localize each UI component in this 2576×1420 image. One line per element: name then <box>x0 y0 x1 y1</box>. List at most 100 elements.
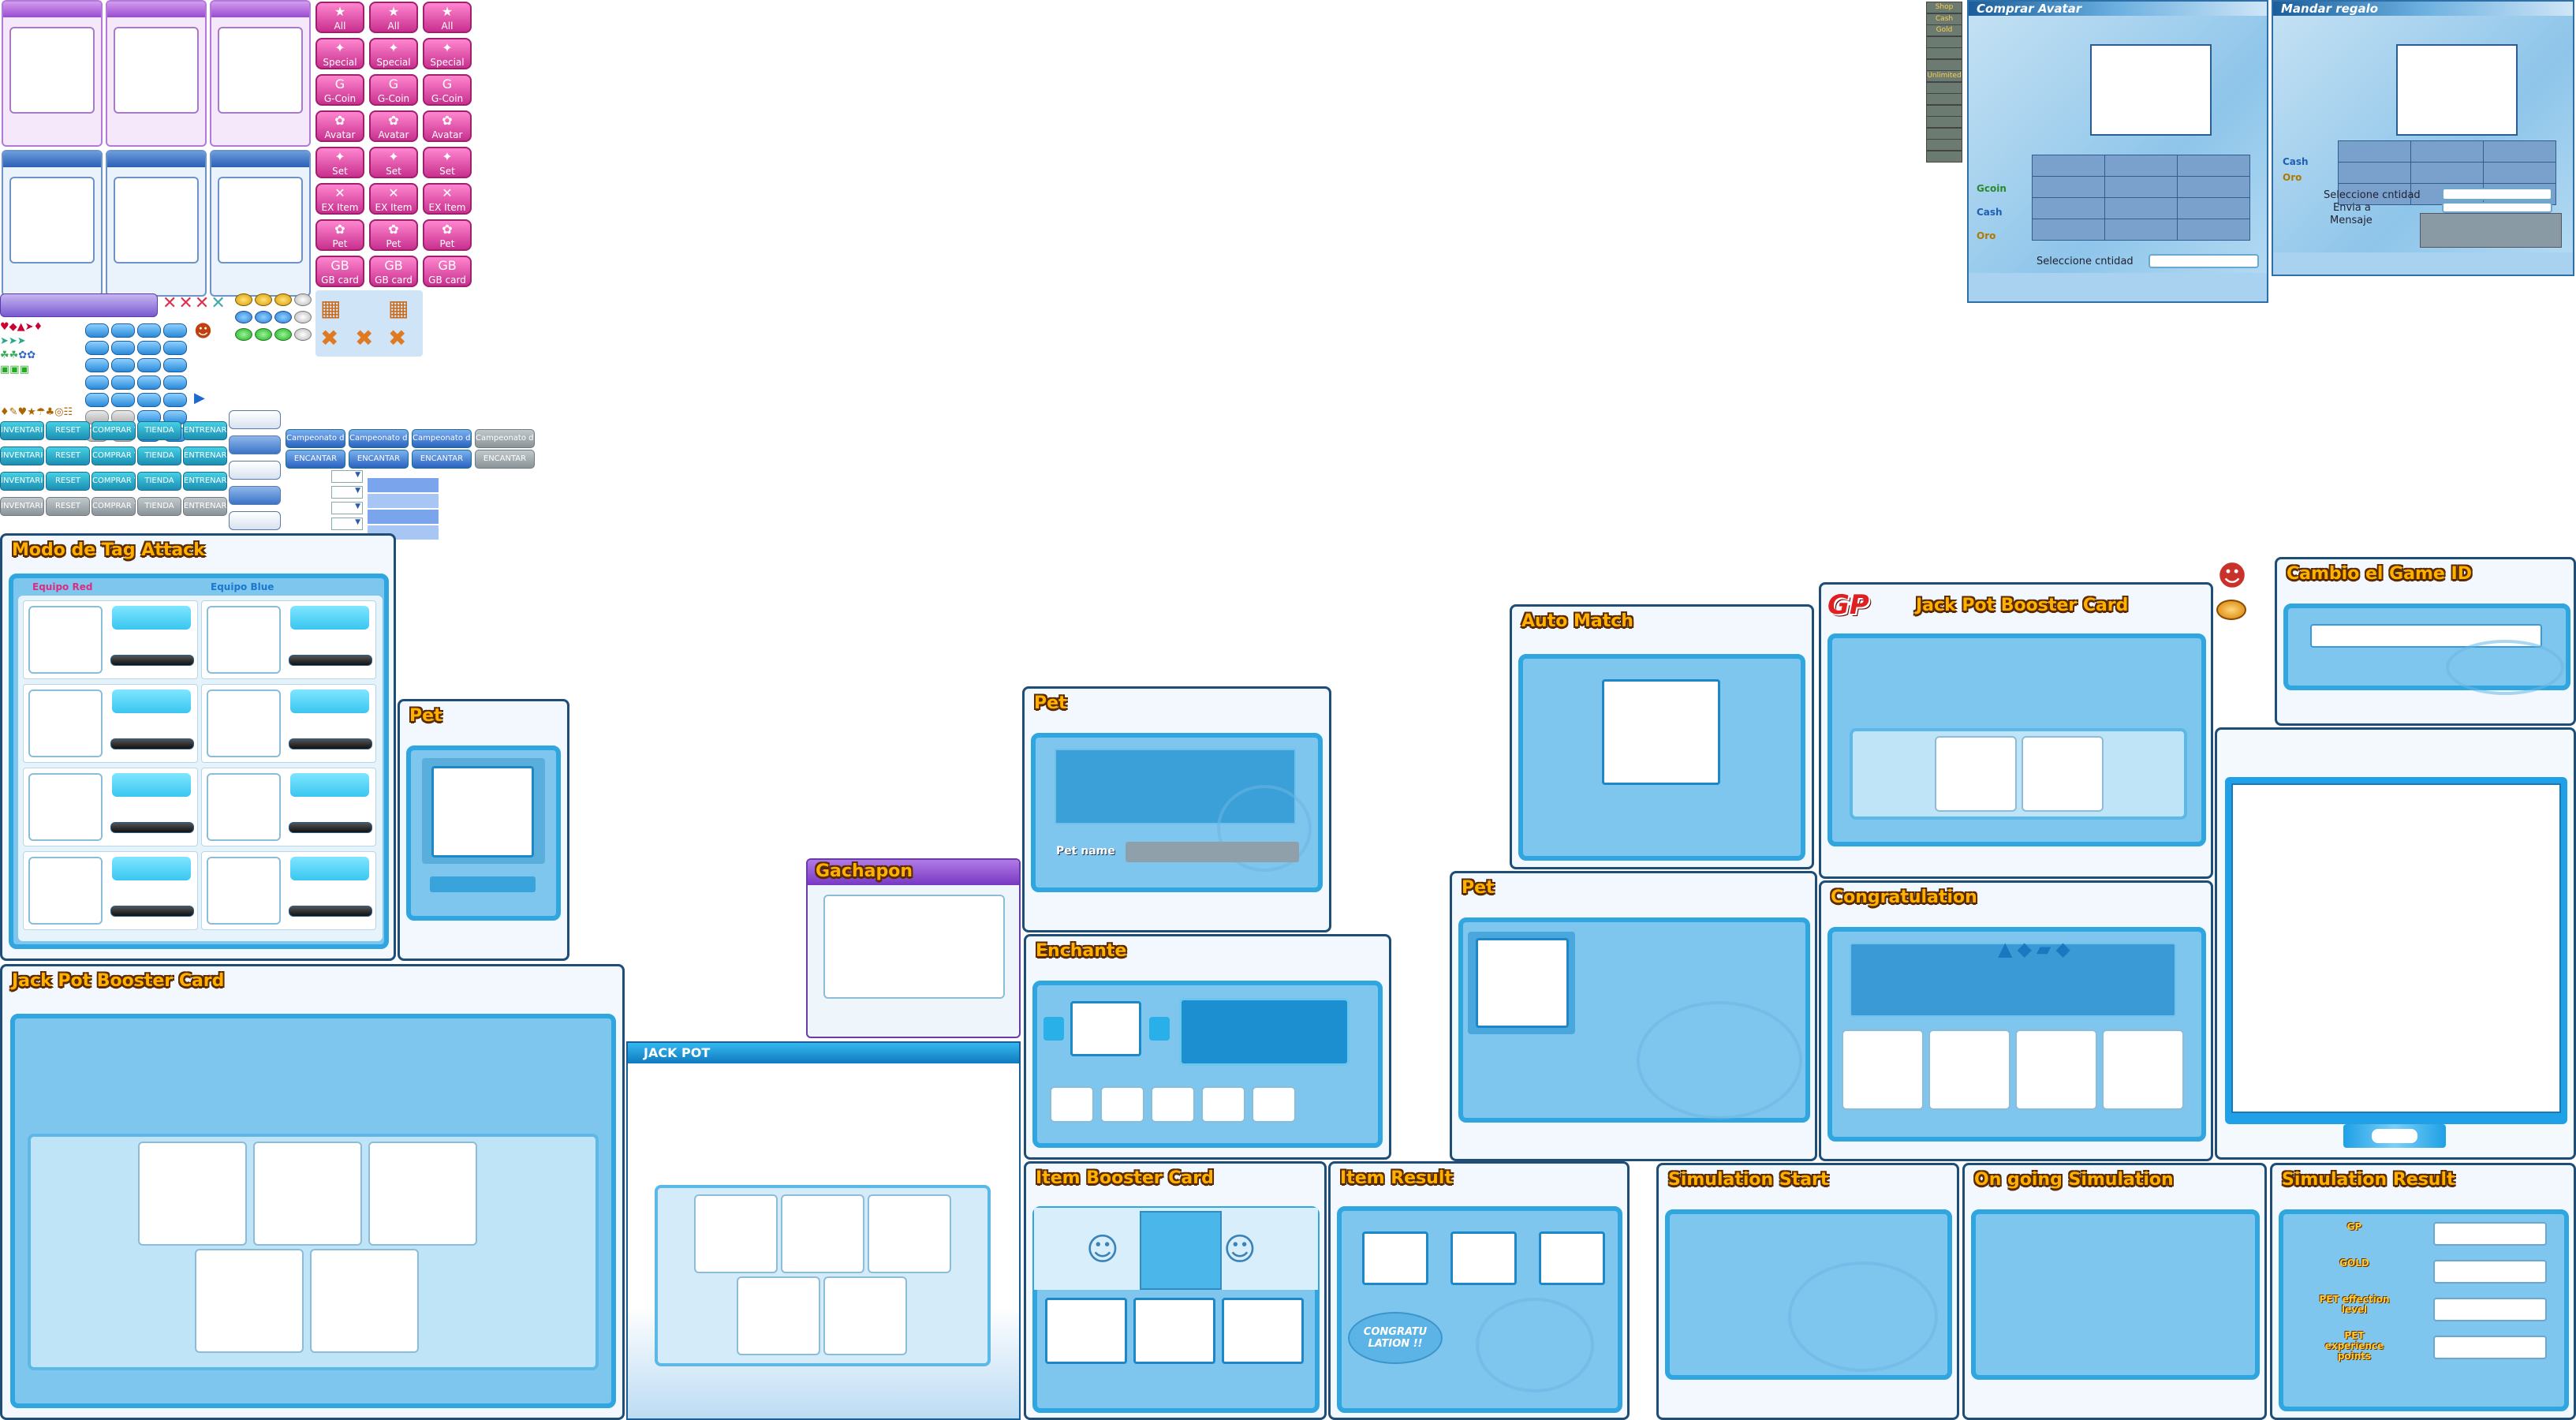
tab-button-reset[interactable]: RESET <box>46 497 90 516</box>
option-button[interactable] <box>229 435 281 454</box>
material-slot[interactable] <box>1050 1086 1094 1123</box>
recipient-field[interactable] <box>2442 202 2552 213</box>
mini-button[interactable] <box>163 376 187 390</box>
item-card[interactable] <box>210 150 311 297</box>
option-button[interactable] <box>229 461 281 480</box>
category-button-g-coin[interactable]: G G-Coin <box>315 74 364 106</box>
dropdown[interactable]: ▼ <box>331 518 363 530</box>
dropdown[interactable]: ▼ <box>331 502 363 514</box>
category-button-set[interactable]: ✦ Set <box>369 147 418 178</box>
material-slot[interactable] <box>1151 1086 1195 1123</box>
option-button[interactable] <box>229 511 281 530</box>
mini-button[interactable] <box>111 341 135 355</box>
category-button-ex-item[interactable]: ✕ EX Item <box>315 183 364 215</box>
channel-button[interactable]: Campeonato de seal <box>475 429 535 448</box>
category-button-avatar[interactable]: ✿ Avatar <box>423 110 472 142</box>
mini-button[interactable] <box>137 376 161 390</box>
tab-button-entrenar-mascota[interactable]: ENTRENAR MASCOTA <box>183 447 227 465</box>
category-button-pet[interactable]: ✿ Pet <box>315 219 364 251</box>
category-button-all[interactable]: ★ All <box>369 2 418 33</box>
side-tag[interactable] <box>1926 127 1962 140</box>
dropdown[interactable]: ▼ <box>331 486 363 499</box>
category-button-avatar[interactable]: ✿ Avatar <box>315 110 364 142</box>
scroll-bar[interactable] <box>2343 1124 2446 1148</box>
tab-button-comprar-todo[interactable]: COMPRAR TODO <box>91 497 136 516</box>
card-slot[interactable] <box>781 1194 864 1273</box>
message-textarea[interactable] <box>2420 213 2562 248</box>
player-slot[interactable] <box>23 684 198 763</box>
tab-button-comprar-todo[interactable]: COMPRAR TODO <box>91 421 136 440</box>
side-tag[interactable] <box>1926 139 1962 151</box>
tab-button-tienda[interactable]: TIENDA <box>137 497 181 516</box>
enchant-button[interactable]: ENCANTAR <box>349 450 409 469</box>
tab-button-comprar-todo[interactable]: COMPRAR TODO <box>91 472 136 491</box>
tab-button-tienda[interactable]: TIENDA <box>137 472 181 491</box>
category-button-g-coin[interactable]: G G-Coin <box>369 74 418 106</box>
mini-button[interactable] <box>163 341 187 355</box>
option-button[interactable] <box>229 410 281 429</box>
card-slot[interactable] <box>138 1142 247 1246</box>
player-slot[interactable] <box>201 851 376 930</box>
channel-button[interactable]: Campeonato de seal <box>286 429 345 448</box>
enchant-button[interactable]: ENCANTAR <box>286 450 345 469</box>
side-tag[interactable] <box>1926 36 1962 48</box>
quantity-field[interactable] <box>2149 254 2259 268</box>
side-tag[interactable] <box>1926 93 1962 105</box>
option-button[interactable] <box>229 486 281 505</box>
channel-button[interactable]: Campeonato de seal <box>412 429 472 448</box>
category-button-ex-item[interactable]: ✕ EX Item <box>423 183 472 215</box>
tab-button-entrenar-mascota[interactable]: ENTRENAR MASCOTA <box>183 421 227 440</box>
category-button-all[interactable]: ★ All <box>423 2 472 33</box>
enchant-button[interactable]: ENCANTAR <box>412 450 472 469</box>
mini-button[interactable] <box>137 393 161 407</box>
category-button-all[interactable]: ★ All <box>315 2 364 33</box>
player-slot[interactable] <box>201 684 376 763</box>
category-button-pet[interactable]: ✿ Pet <box>369 219 418 251</box>
player-slot[interactable] <box>23 851 198 930</box>
material-slot[interactable] <box>1201 1086 1245 1123</box>
tab-button-tienda[interactable]: TIENDA <box>137 421 181 440</box>
category-button-gb-card[interactable]: GB GB card <box>315 256 364 287</box>
card-slot[interactable] <box>694 1194 778 1273</box>
player-slot[interactable] <box>23 600 198 679</box>
booster-slot[interactable] <box>1140 1211 1222 1290</box>
mini-button[interactable] <box>111 376 135 390</box>
mini-button[interactable] <box>137 358 161 372</box>
enchant-item-slot[interactable] <box>1070 1001 1141 1056</box>
category-button-special[interactable]: ✦ Special <box>315 38 364 69</box>
scroll-thumb[interactable] <box>2372 1129 2417 1143</box>
material-slot[interactable] <box>1100 1086 1144 1123</box>
tab-button-tienda[interactable]: TIENDA <box>137 447 181 465</box>
mini-button[interactable] <box>85 341 109 355</box>
item-card[interactable] <box>106 150 207 297</box>
category-button-gb-card[interactable]: GB GB card <box>369 256 418 287</box>
mini-button[interactable] <box>163 393 187 407</box>
item-card[interactable] <box>2 0 103 147</box>
mini-button[interactable] <box>163 358 187 372</box>
tab-button-inventario[interactable]: INVENTARIO <box>0 447 44 465</box>
side-tag[interactable]: Gold <box>1926 24 1962 36</box>
card-slot[interactable] <box>1935 736 2017 812</box>
mini-button[interactable] <box>85 323 109 338</box>
category-button-set[interactable]: ✦ Set <box>315 147 364 178</box>
side-tag[interactable] <box>1926 47 1962 59</box>
side-tag[interactable] <box>1926 58 1962 71</box>
tab-button-inventario[interactable]: INVENTARIO <box>0 472 44 491</box>
card-slot[interactable] <box>737 1276 820 1355</box>
tab-button-entrenar-mascota[interactable]: ENTRENAR MASCOTA <box>183 497 227 516</box>
quantity-field[interactable] <box>2442 188 2552 200</box>
card-slot[interactable] <box>368 1142 477 1246</box>
card-slot[interactable] <box>195 1249 304 1353</box>
mini-button[interactable] <box>111 358 135 372</box>
side-tag[interactable] <box>1926 116 1962 128</box>
play-arrow-icon[interactable]: ▶ <box>194 390 205 406</box>
mini-button[interactable] <box>163 323 187 338</box>
card-slot[interactable] <box>823 1276 907 1355</box>
tab-button-reset[interactable]: RESET <box>46 472 90 491</box>
category-button-pet[interactable]: ✿ Pet <box>423 219 472 251</box>
enchant-button[interactable]: ENCANTAR <box>475 450 535 469</box>
tab-button-inventario[interactable]: INVENTARIO <box>0 497 44 516</box>
material-slot[interactable] <box>1252 1086 1296 1123</box>
tab-button-entrenar-mascota[interactable]: ENTRENAR MASCOTA <box>183 472 227 491</box>
category-button-avatar[interactable]: ✿ Avatar <box>369 110 418 142</box>
